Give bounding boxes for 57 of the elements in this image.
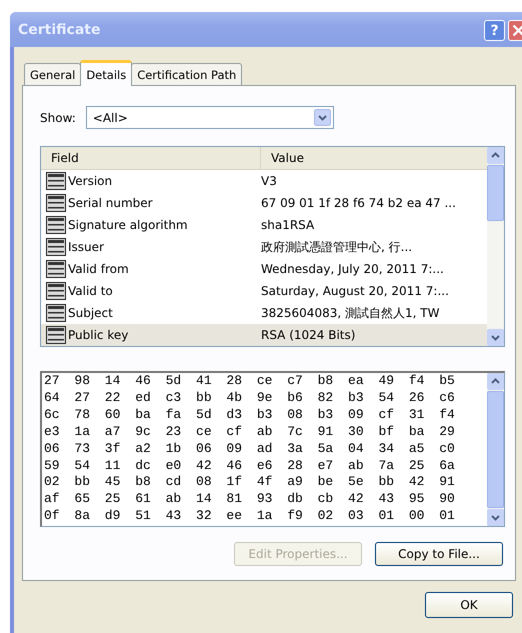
window-title: Certificate <box>17 22 100 38</box>
field-name: Subject <box>68 306 114 320</box>
field-value: V3 <box>261 174 277 188</box>
field-icon <box>46 172 66 190</box>
column-header[interactable]: Field <box>41 147 261 169</box>
dialog-button[interactable]: Copy to File... <box>375 542 503 566</box>
field-icon <box>46 282 66 300</box>
scrollbar[interactable] <box>487 147 504 346</box>
field-value: Saturday, August 20, 2011 7:... <box>261 284 449 298</box>
hex-line: 64 27 22 ed c3 bb 4b 9e b6 82 b3 54 26 c6 <box>44 390 456 407</box>
list-row[interactable]: Subject 3825604083, 測試自然人1, TW <box>41 302 487 324</box>
field-name: Signature algorithm <box>68 218 189 232</box>
field-icon <box>46 194 66 212</box>
tab[interactable]: Details <box>80 60 132 86</box>
field-name: Valid to <box>68 284 114 298</box>
scrollbar[interactable] <box>487 373 504 526</box>
hex-line: 06 73 3f a2 1b 06 09 ad 3a 5a 04 34 a5 c0 <box>44 440 456 458</box>
field-value: 3825604083, 測試自然人1, TW <box>261 304 440 322</box>
field-icon <box>46 326 66 344</box>
scroll-down-icon[interactable] <box>487 509 504 526</box>
field-value: 67 09 01 1f 28 f6 74 b2 ea 47 ... <box>261 196 456 210</box>
field-value: RSA (1024 Bits) <box>261 328 356 342</box>
hex-line: 02 bb 45 b8 cd 08 1f 4f a9 be 5e bb 42 91 <box>44 474 456 492</box>
field-icon <box>46 216 66 234</box>
field-name: Issuer <box>68 240 105 254</box>
field-value: Wednesday, July 20, 2011 7:... <box>261 262 444 276</box>
field-name: Valid from <box>68 262 130 276</box>
field-icon <box>46 260 66 278</box>
field-value: sha1RSA <box>261 218 314 232</box>
field-value: 政府測試憑證管理中心, 行... <box>261 238 412 256</box>
hex-line: e3 1a a7 9c 23 ce cf ab 7c 91 30 bf ba 29 <box>44 424 456 441</box>
hex-line: 59 54 11 dc e0 42 46 e6 28 e7 ab 7a 25 6a <box>44 458 456 474</box>
field-name: Version <box>68 174 114 188</box>
hex-line: af 65 25 61 ab 14 81 93 db cb 42 43 95 90 <box>44 491 456 508</box>
hex-line: 27 98 14 46 5d 41 28 ce c7 b8 ea 49 f4 b5 <box>44 373 456 390</box>
show-dropdown[interactable]: <All> <box>86 106 334 129</box>
field-icon <box>46 304 66 322</box>
list-row[interactable]: Issuer 政府測試憑證管理中心, 行... <box>41 236 487 258</box>
list-row[interactable]: Valid to Saturday, August 20, 2011 7:... <box>41 280 487 302</box>
hex-line: 6c 78 60 ba fa 5d d3 b3 08 b3 09 cf 31 f4 <box>44 406 456 424</box>
field-name: Serial number <box>68 196 154 210</box>
ok-button[interactable]: OK <box>425 592 513 618</box>
column-header[interactable]: Value <box>261 147 304 169</box>
list-row[interactable]: Version V3 <box>41 170 487 192</box>
scroll-up-icon[interactable] <box>487 147 504 164</box>
scroll-down-icon[interactable] <box>487 329 504 346</box>
hex-line: 0f 8a d9 51 43 32 ee 1a f9 02 03 01 00 01 <box>44 508 456 526</box>
field-name: Public key <box>68 328 130 342</box>
tab[interactable]: General <box>24 63 82 85</box>
list-row[interactable]: Serial number 67 09 01 1f 28 f6 74 b2 ea 47 ... <box>41 192 487 214</box>
scroll-up-icon[interactable] <box>487 373 504 390</box>
field-icon <box>46 238 66 256</box>
list-row[interactable]: Signature algorithm sha1RSA <box>41 214 487 236</box>
list-row[interactable]: Valid from Wednesday, July 20, 2011 7:... <box>41 258 487 280</box>
tab[interactable]: Certification Path <box>131 63 242 85</box>
show-label: Show: <box>40 110 76 124</box>
list-row[interactable]: Public key RSA (1024 Bits) <box>41 324 487 346</box>
